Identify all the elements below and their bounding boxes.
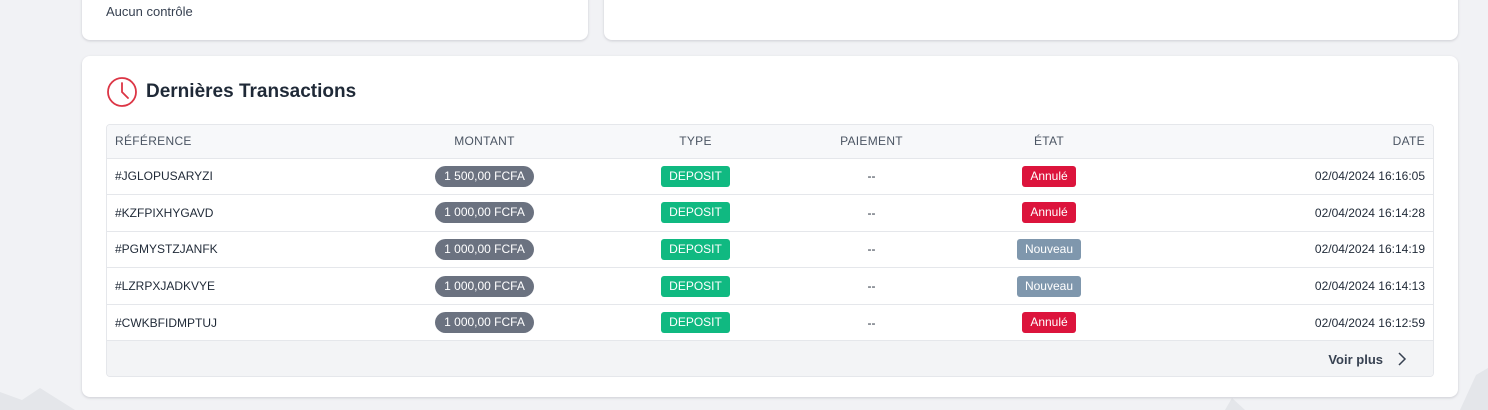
cell-date: 02/04/2024 16:14:19 xyxy=(1129,231,1433,269)
status-badge: Annulé xyxy=(1022,312,1076,334)
column-header-payment: PAIEMENT xyxy=(774,125,969,159)
table-row[interactable]: #PGMYSTZJANFK 1 000,00 FCFA DEPOSIT -- N… xyxy=(107,231,1433,269)
cell-payment: -- xyxy=(774,231,969,269)
column-header-date: DATE xyxy=(1129,125,1433,159)
amount-pill: 1 500,00 FCFA xyxy=(435,165,534,187)
cell-date: 02/04/2024 16:16:05 xyxy=(1129,158,1433,196)
section-header: Dernières Transactions xyxy=(106,76,356,108)
cell-reference: #JGLOPUSARYZI xyxy=(107,158,352,196)
column-header-type: TYPE xyxy=(617,125,774,159)
table-row[interactable]: #CWKBFIDMPTUJ 1 000,00 FCFA DEPOSIT -- A… xyxy=(107,304,1433,342)
cell-reference: #PGMYSTZJANFK xyxy=(107,231,352,269)
type-badge: DEPOSIT xyxy=(661,312,730,334)
cell-payment: -- xyxy=(774,267,969,305)
status-badge: Annulé xyxy=(1022,202,1076,224)
cell-payment: -- xyxy=(774,304,969,342)
column-header-reference: RÉFÉRENCE xyxy=(107,125,352,159)
table-row[interactable]: #JGLOPUSARYZI 1 500,00 FCFA DEPOSIT -- A… xyxy=(107,158,1433,196)
chevron-right-icon xyxy=(1397,352,1407,366)
amount-pill: 1 000,00 FCFA xyxy=(435,202,534,224)
type-badge: DEPOSIT xyxy=(661,202,730,224)
table-header-row: RÉFÉRENCE MONTANT TYPE PAIEMENT ÉTAT DAT… xyxy=(107,125,1433,159)
status-badge: Annulé xyxy=(1022,165,1076,187)
type-badge: DEPOSIT xyxy=(661,275,730,297)
amount-pill: 1 000,00 FCFA xyxy=(435,275,534,297)
no-control-text: Aucun contrôle xyxy=(106,4,193,19)
cell-reference: #LZRPXJADKVYE xyxy=(107,267,352,305)
table-row[interactable]: #KZFPIXHYGAVD 1 000,00 FCFA DEPOSIT -- A… xyxy=(107,194,1433,232)
latest-transactions-card: Dernières Transactions RÉFÉRENCE MONTANT… xyxy=(82,56,1458,397)
type-badge: DEPOSIT xyxy=(661,165,730,187)
status-badge: Nouveau xyxy=(1016,238,1082,260)
clock-icon xyxy=(106,76,138,108)
type-badge: DEPOSIT xyxy=(661,238,730,260)
top-left-card: Aucun contrôle xyxy=(82,0,588,40)
cell-date: 02/04/2024 16:12:59 xyxy=(1129,304,1433,342)
cell-date: 02/04/2024 16:14:28 xyxy=(1129,194,1433,232)
transactions-table: RÉFÉRENCE MONTANT TYPE PAIEMENT ÉTAT DAT… xyxy=(106,124,1434,377)
table-footer: Voir plus xyxy=(107,341,1433,376)
cell-payment: -- xyxy=(774,158,969,196)
amount-pill: 1 000,00 FCFA xyxy=(435,238,534,260)
cell-reference: #CWKBFIDMPTUJ xyxy=(107,304,352,342)
column-header-state: ÉTAT xyxy=(969,125,1129,159)
table-row[interactable]: #LZRPXJADKVYE 1 000,00 FCFA DEPOSIT -- N… xyxy=(107,267,1433,305)
amount-pill: 1 000,00 FCFA xyxy=(435,312,534,334)
section-title: Dernières Transactions xyxy=(146,81,357,102)
cell-payment: -- xyxy=(774,194,969,232)
column-header-amount: MONTANT xyxy=(352,125,617,159)
top-right-card xyxy=(604,0,1458,40)
see-more-label: Voir plus xyxy=(1328,351,1383,367)
status-badge: Nouveau xyxy=(1016,275,1082,297)
see-more-link[interactable]: Voir plus xyxy=(1328,352,1407,367)
cell-date: 02/04/2024 16:14:13 xyxy=(1129,267,1433,305)
cell-reference: #KZFPIXHYGAVD xyxy=(107,194,352,232)
